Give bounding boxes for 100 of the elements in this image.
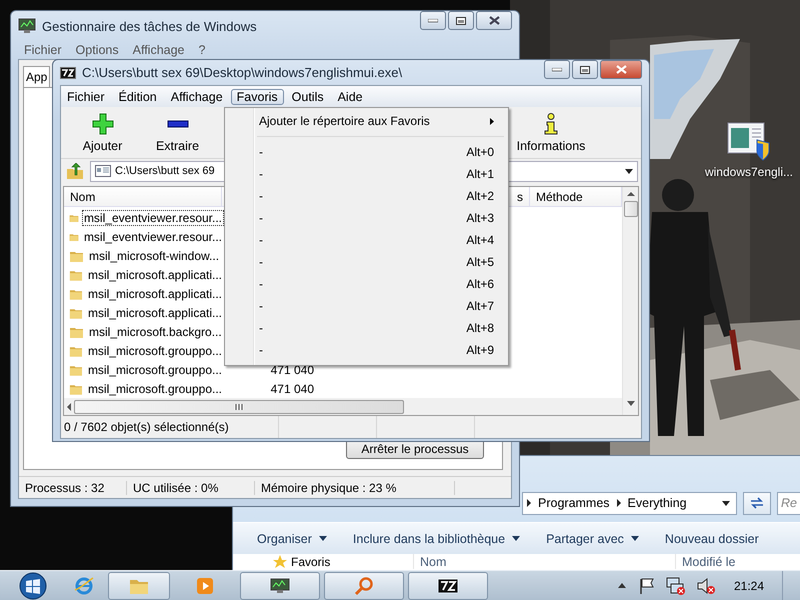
file-name[interactable]: msil_microsoft-window... xyxy=(87,248,222,264)
status-text: 0 / 7602 objet(s) sélectionné(s) xyxy=(61,416,279,438)
menu-item[interactable]: - xyxy=(259,233,466,247)
shortcut-text: Alt+1 xyxy=(466,167,494,181)
file-name[interactable]: msil_microsoft.applicati... xyxy=(86,266,224,282)
maximize-icon xyxy=(456,16,466,24)
minimize-button[interactable] xyxy=(420,11,446,30)
menu-item[interactable]: Affichage xyxy=(126,42,191,58)
scroll-thumb[interactable] xyxy=(624,201,638,217)
menu-item[interactable]: - xyxy=(259,321,466,335)
menu-item[interactable]: Options xyxy=(70,42,125,58)
close-icon xyxy=(616,65,626,74)
minimize-button[interactable] xyxy=(544,60,570,79)
column-header[interactable]: Nom xyxy=(413,554,675,569)
caret-icon xyxy=(630,536,639,541)
app-logo-icon xyxy=(438,578,458,592)
menu-item[interactable]: Édition xyxy=(112,88,163,104)
shortcut-text: Alt+0 xyxy=(466,145,494,159)
search-field[interactable]: Re xyxy=(777,492,800,514)
toolbar-button[interactable]: Inclure dans la bibliothèque xyxy=(352,532,520,546)
toolbar-button[interactable]: Nouveau dossier xyxy=(664,532,759,546)
window-icon xyxy=(95,165,111,177)
menu-item[interactable]: - xyxy=(259,145,466,159)
clock: 21:24 xyxy=(732,578,765,592)
toolbar-button[interactable]: Ajouter xyxy=(65,107,140,158)
archive-manager-button[interactable] xyxy=(408,572,488,600)
vertical-scrollbar[interactable] xyxy=(622,187,638,415)
down-arrow-icon xyxy=(626,401,634,406)
plus-icon xyxy=(92,112,114,134)
file-name[interactable]: msil_microsoft.grouppo... xyxy=(86,380,224,396)
maximize-button[interactable] xyxy=(572,60,598,79)
caret-icon xyxy=(318,536,327,541)
submenu-arrow-icon xyxy=(490,118,494,124)
maximize-icon xyxy=(580,66,590,74)
address-bar[interactable]: Programmes Everything xyxy=(522,492,737,514)
column-header[interactable]: Modifié le xyxy=(675,554,795,569)
refresh-icon xyxy=(749,497,765,509)
horizontal-scrollbar[interactable] xyxy=(64,398,622,415)
breadcrumb-item[interactable]: Programmes xyxy=(538,496,610,510)
star-icon xyxy=(273,555,287,569)
menu-item[interactable]: Affichage xyxy=(164,88,229,104)
menu-item[interactable]: Favoris xyxy=(230,88,284,104)
menu-item[interactable]: Ajouter le répertoire aux Favoris xyxy=(227,110,506,132)
menu-item[interactable]: Aide xyxy=(332,88,369,104)
flag-icon[interactable] xyxy=(638,576,656,594)
close-icon xyxy=(488,16,500,25)
toolbar-button[interactable]: Extraire xyxy=(140,107,215,158)
status-text: Mémoire physique : 23 % xyxy=(255,480,455,494)
left-arrow-icon xyxy=(66,402,72,410)
file-name[interactable]: msil_microsoft.grouppo... xyxy=(86,362,224,378)
minus-icon xyxy=(166,120,188,128)
app-logo-icon xyxy=(60,66,76,78)
menu-item[interactable]: Outils xyxy=(286,88,330,104)
file-name[interactable]: msil_eventviewer.resour... xyxy=(82,228,224,244)
shortcut-text: Alt+4 xyxy=(466,233,494,247)
menu-item[interactable]: Fichier xyxy=(61,88,111,104)
play-icon xyxy=(196,576,214,594)
breadcrumb-item[interactable]: Everything xyxy=(628,496,687,510)
tab[interactable]: App xyxy=(23,66,50,87)
file-name[interactable]: msil_microsoft.applicati... xyxy=(86,286,224,302)
file-name[interactable]: msil_microsoft.backgro... xyxy=(87,324,224,340)
shortcut-text: Alt+8 xyxy=(466,321,494,335)
toolbar-button[interactable]: Organiser xyxy=(257,532,327,546)
close-button[interactable] xyxy=(476,11,512,30)
desktop-icon-label[interactable]: windows7engli... xyxy=(704,165,794,179)
network-icon[interactable] xyxy=(666,576,686,594)
task-manager-button[interactable] xyxy=(240,572,320,600)
shortcut-text: Alt+2 xyxy=(466,189,494,203)
installer-icon[interactable] xyxy=(727,122,771,162)
maximize-button[interactable] xyxy=(448,11,474,30)
speaker-muted-icon[interactable] xyxy=(696,576,716,594)
chevron-icon xyxy=(527,499,531,507)
menu-item[interactable]: - xyxy=(259,255,466,269)
toolbar-button[interactable]: Informations xyxy=(511,107,591,158)
folder-up-button[interactable] xyxy=(64,160,86,182)
explorer-button[interactable] xyxy=(108,572,170,600)
menu-item[interactable]: - xyxy=(259,343,466,357)
folder-up-icon xyxy=(66,162,84,180)
scroll-thumb[interactable] xyxy=(74,400,404,414)
menu-item[interactable]: - xyxy=(259,167,466,181)
file-name[interactable]: msil_eventviewer.resour... xyxy=(82,210,224,226)
caret-icon xyxy=(625,168,633,174)
menu-item[interactable]: Fichier xyxy=(18,42,68,58)
menu-item[interactable]: - xyxy=(259,299,466,313)
monitor-icon xyxy=(270,578,290,594)
minimize-icon xyxy=(428,18,438,22)
menu-item[interactable]: - xyxy=(259,211,466,225)
menu-item[interactable]: ? xyxy=(192,42,212,58)
sidebar-item[interactable]: Favoris xyxy=(291,555,330,569)
toolbar-button[interactable]: Partager avec xyxy=(546,532,639,546)
status-text: Processus : 32 xyxy=(19,480,127,494)
menu-item[interactable]: - xyxy=(259,277,466,291)
column-header[interactable]: Nom xyxy=(64,187,222,206)
shortcut-text: Alt+3 xyxy=(466,211,494,225)
file-name[interactable]: msil_microsoft.grouppo... xyxy=(86,342,224,358)
shortcut-text: Alt+6 xyxy=(466,277,494,291)
file-name[interactable]: msil_microsoft.applicati... xyxy=(86,304,224,320)
close-button[interactable] xyxy=(600,60,642,79)
refresh-button[interactable] xyxy=(743,492,771,514)
menu-item[interactable]: - xyxy=(259,189,466,203)
